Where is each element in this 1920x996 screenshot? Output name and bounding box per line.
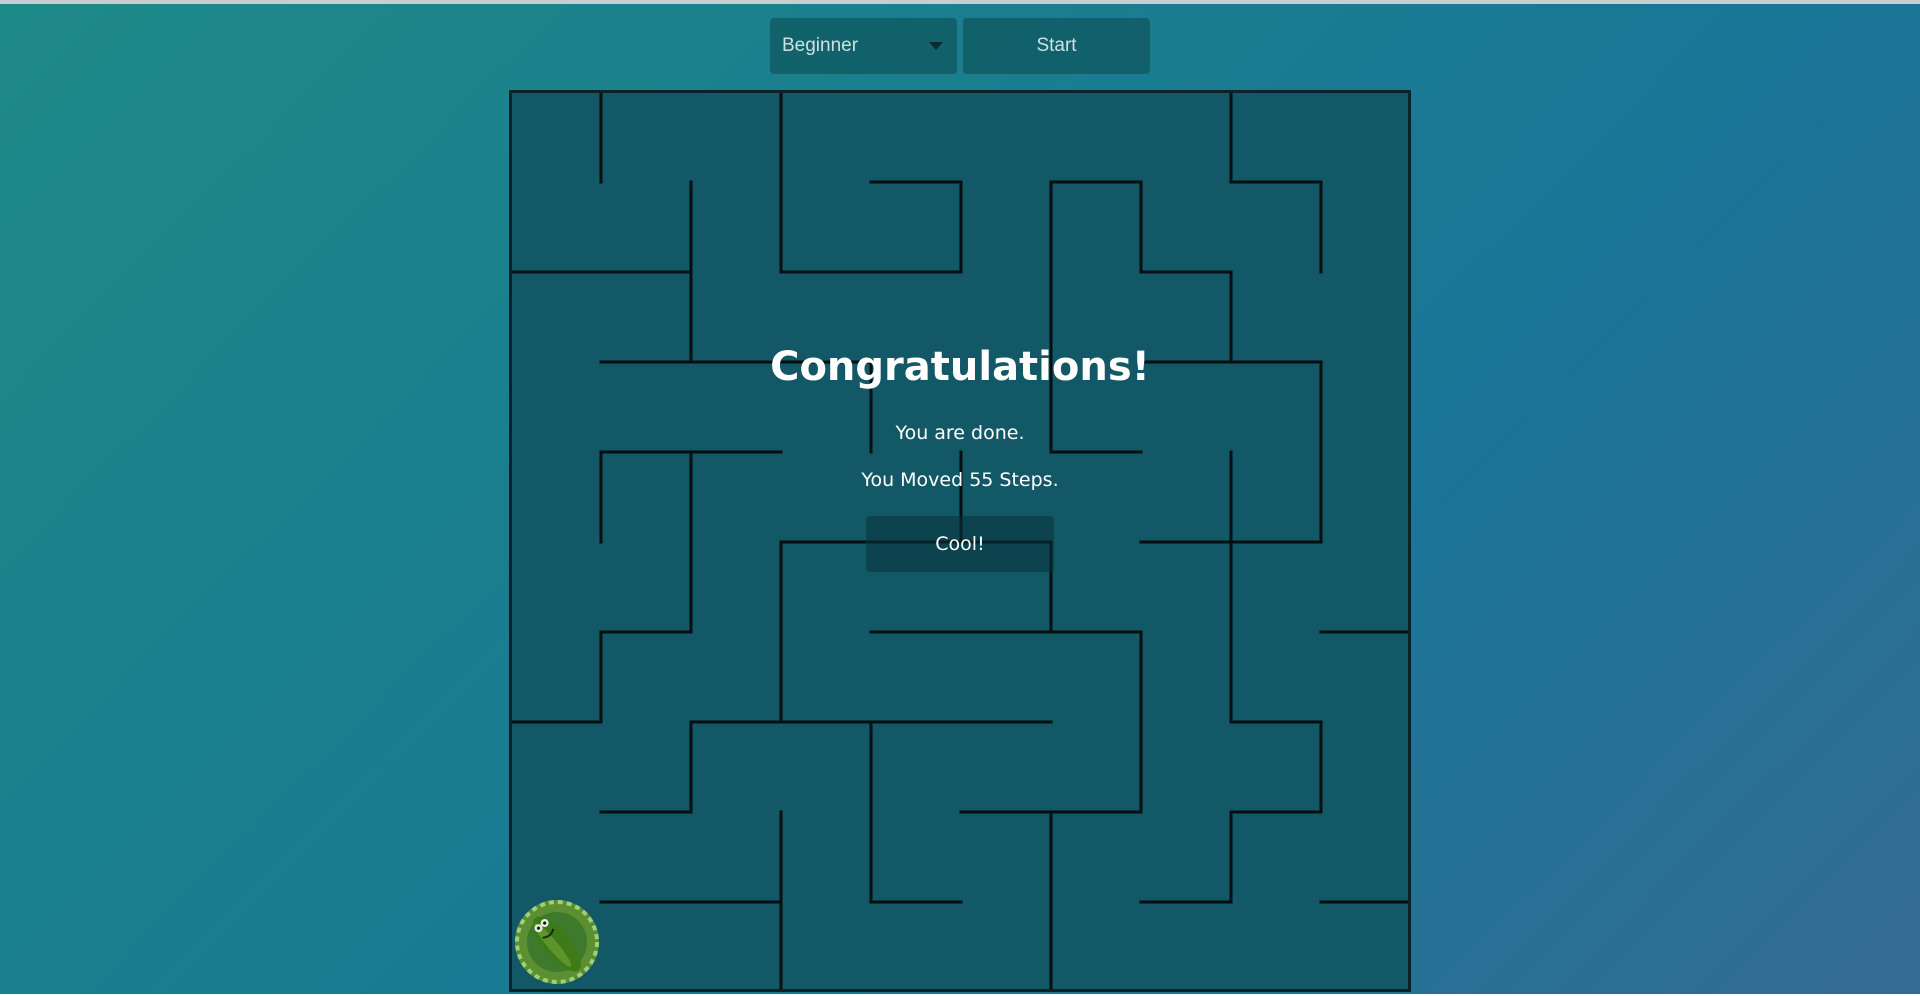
dialog-message: You are done. [895,422,1025,444]
win-dialog: Congratulations! You are done. You Moved… [509,90,1411,992]
dialog-steps-count: You Moved 55 Steps. [861,469,1059,491]
dialog-title: Congratulations! [770,344,1150,390]
game-controls: Beginner Start [770,18,1150,74]
difficulty-select[interactable]: Beginner [770,18,957,74]
start-button[interactable]: Start [963,18,1150,74]
chevron-down-icon [929,42,943,50]
maze-game-app: Beginner Start Congratulations! You are … [0,4,1920,994]
cool-button[interactable]: Cool! [866,516,1054,572]
difficulty-selected-value: Beginner [782,35,859,56]
maze-board: Congratulations! You are done. You Moved… [509,90,1411,992]
